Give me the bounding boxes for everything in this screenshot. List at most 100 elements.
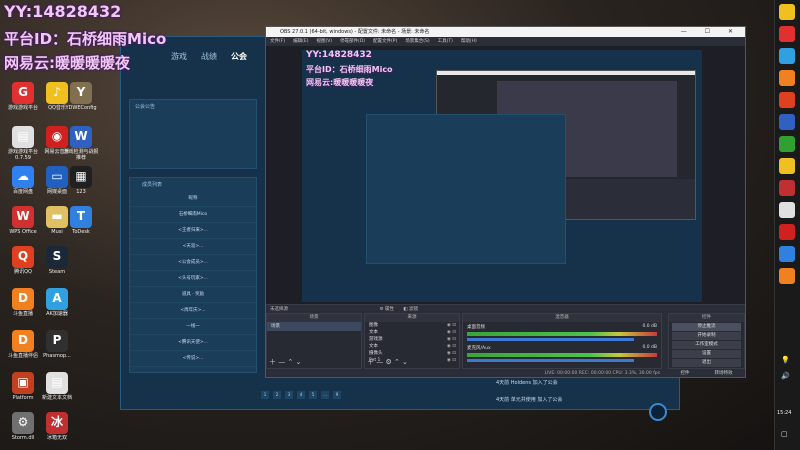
page-button[interactable]: 5: [309, 391, 317, 399]
source-controls[interactable]: ＋ — ⚙ ⌃ ⌄: [367, 357, 408, 367]
app-icon: ▣: [12, 372, 34, 394]
desktop-icon[interactable]: ▦ 123: [62, 166, 100, 196]
desktop-icon[interactable]: W WPS Office: [4, 206, 42, 236]
visibility-lock-icons[interactable]: ◉ ⊡: [447, 322, 456, 329]
desktop-icon[interactable]: D 斗鱼直播: [4, 288, 42, 318]
control-button[interactable]: 退出: [672, 359, 741, 367]
desktop-icon[interactable]: ⚙ Storm.dll: [4, 412, 42, 442]
taskbar-app-icon[interactable]: [779, 180, 795, 196]
desktop-icon[interactable]: 冰冰箱无双: [38, 412, 76, 442]
filters-button[interactable]: ◧ 滤镜: [403, 307, 418, 312]
notification-icon[interactable]: ▢: [781, 430, 788, 438]
scene-item[interactable]: 场景: [267, 322, 361, 331]
desktop-icon[interactable]: A AK加速器: [38, 288, 76, 318]
desktop-icon-label: Phasmop...: [43, 353, 71, 359]
desktop-icon[interactable]: P Phasmop...: [38, 330, 76, 360]
member-row[interactable]: 道具 · 奖励: [130, 287, 256, 303]
speaker-icon[interactable]: 🔊: [781, 372, 790, 380]
desktop-icon[interactable]: ▤ 游戏游戏平台 0.7.59: [4, 126, 42, 161]
taskbar-app-icon[interactable]: [779, 224, 795, 240]
visibility-lock-icons[interactable]: ◉ ⊡: [447, 329, 456, 336]
window-controls[interactable]: — ☐ ✕: [681, 27, 741, 37]
volume-slider[interactable]: [467, 338, 635, 341]
control-button[interactable]: 设置: [672, 350, 741, 358]
scene-controls[interactable]: ＋ — ⌃ ⌄: [269, 357, 301, 367]
taskbar-app-icon[interactable]: [779, 202, 795, 218]
app-icon: P: [46, 330, 68, 352]
menu-item[interactable]: 帮助(H): [461, 37, 477, 46]
tab-transitions[interactable]: 转场特效: [715, 369, 733, 378]
taskbar-app-icon[interactable]: [779, 92, 795, 108]
tab-controls[interactable]: 控件: [681, 369, 690, 378]
taskbar-app-icon[interactable]: [779, 268, 795, 284]
menu-item[interactable]: 工具(T): [438, 37, 453, 46]
member-row[interactable]: <王者归来>...: [130, 223, 256, 239]
desktop-icon-label: 百度网盘: [12, 189, 33, 195]
desktop-icon[interactable]: D 斗鱼直播伴侣: [4, 330, 42, 360]
taskbar-app-icon[interactable]: [779, 246, 795, 262]
page-button[interactable]: 3: [285, 391, 293, 399]
visibility-lock-icons[interactable]: ◉ ⊡: [447, 343, 456, 350]
desktop-icon[interactable]: ☁ 百度网盘: [4, 166, 42, 196]
menu-item[interactable]: 视图(V): [316, 37, 332, 46]
page-button[interactable]: 1: [261, 391, 269, 399]
source-item[interactable]: 图像 ◉ ⊡: [365, 322, 459, 329]
desktop-icon[interactable]: Q 腾讯QQ: [4, 246, 42, 276]
desktop-icon[interactable]: Y YDWEConfig: [62, 82, 100, 112]
volume-slider[interactable]: [467, 359, 635, 362]
control-button[interactable]: 停止推流: [672, 323, 741, 331]
game-nav-guild[interactable]: 公会: [231, 51, 247, 62]
visibility-lock-icons[interactable]: ◉ ⊡: [447, 357, 456, 364]
source-item[interactable]: 文本 ◉ ⊡: [365, 343, 459, 350]
visibility-lock-icons[interactable]: ◉ ⊡: [447, 336, 456, 343]
desktop-icon[interactable]: W 游戏检测与战报推荐: [62, 126, 100, 161]
menu-item[interactable]: 场景集合(S): [405, 37, 429, 46]
menu-item[interactable]: 编辑(E): [293, 37, 308, 46]
app-icon: ⚙: [12, 412, 34, 434]
visibility-lock-icons[interactable]: ◉ ⊡: [447, 350, 456, 357]
preview-overlay-platform: 平台ID：石桥细雨Mico: [306, 65, 393, 74]
page-button[interactable]: 4: [297, 391, 305, 399]
lightbulb-icon[interactable]: 💡: [781, 356, 790, 364]
page-button[interactable]: 2: [273, 391, 281, 399]
taskbar-app-icon[interactable]: [779, 26, 795, 42]
member-row[interactable]: <天涯>...: [130, 239, 256, 255]
app-icon: D: [12, 330, 34, 352]
control-button[interactable]: 开始录制: [672, 332, 741, 340]
control-button[interactable]: 工作室模式: [672, 341, 741, 349]
source-item[interactable]: 摄像头 ◉ ⊡: [365, 350, 459, 357]
source-item[interactable]: 游戏源 ◉ ⊡: [365, 336, 459, 343]
member-row[interactable]: 一线一: [130, 319, 256, 335]
taskbar-app-icon[interactable]: [779, 114, 795, 130]
desktop-icon[interactable]: G 游戏游戏平台: [4, 82, 42, 112]
app-icon: ▦: [70, 166, 92, 188]
obs-window: OBS 27.0.1 (64-bit, windows) - 配置文件: 未命名…: [265, 26, 746, 378]
source-item[interactable]: 文本 ◉ ⊡: [365, 329, 459, 336]
menu-item[interactable]: 停靠部件(D): [340, 37, 365, 46]
page-button[interactable]: 9: [333, 391, 341, 399]
desktop-icon[interactable]: ▣ Platform: [4, 372, 42, 402]
taskbar-app-icon[interactable]: [779, 48, 795, 64]
member-row[interactable]: <公会成员>...: [130, 255, 256, 271]
taskbar-app-icon[interactable]: [779, 70, 795, 86]
member-row[interactable]: <周年庆>...: [130, 303, 256, 319]
menu-item[interactable]: 配置文件(P): [373, 37, 397, 46]
obs-preview[interactable]: YY:14828432 平台ID：石桥细雨Mico 网易云:暖暖暖暖夜: [266, 46, 745, 304]
member-row[interactable]: 昵称: [130, 191, 256, 207]
member-row[interactable]: <腾讯天使>...: [130, 335, 256, 351]
taskbar-app-icon[interactable]: [779, 158, 795, 174]
menu-item[interactable]: 文件(F): [270, 37, 285, 46]
properties-button[interactable]: ⚙ 属性: [379, 307, 393, 312]
page-button[interactable]: ...: [321, 391, 329, 399]
member-row[interactable]: <头号玩家>...: [130, 271, 256, 287]
taskbar-app-icon[interactable]: [779, 136, 795, 152]
desktop-icon[interactable]: S Steam: [38, 246, 76, 276]
game-nav-record[interactable]: 战绩: [201, 51, 217, 62]
desktop-icon[interactable]: T ToDesk: [62, 206, 100, 236]
desktop-icon[interactable]: ▤ 新建文本文档: [38, 372, 76, 402]
game-nav-game[interactable]: 游戏: [171, 51, 187, 62]
taskbar-app-icon[interactable]: [779, 4, 795, 20]
member-row[interactable]: <传说>...: [130, 351, 256, 367]
nested-titlebar: [437, 71, 695, 75]
member-row[interactable]: 石桥细雨Mico: [130, 207, 256, 223]
